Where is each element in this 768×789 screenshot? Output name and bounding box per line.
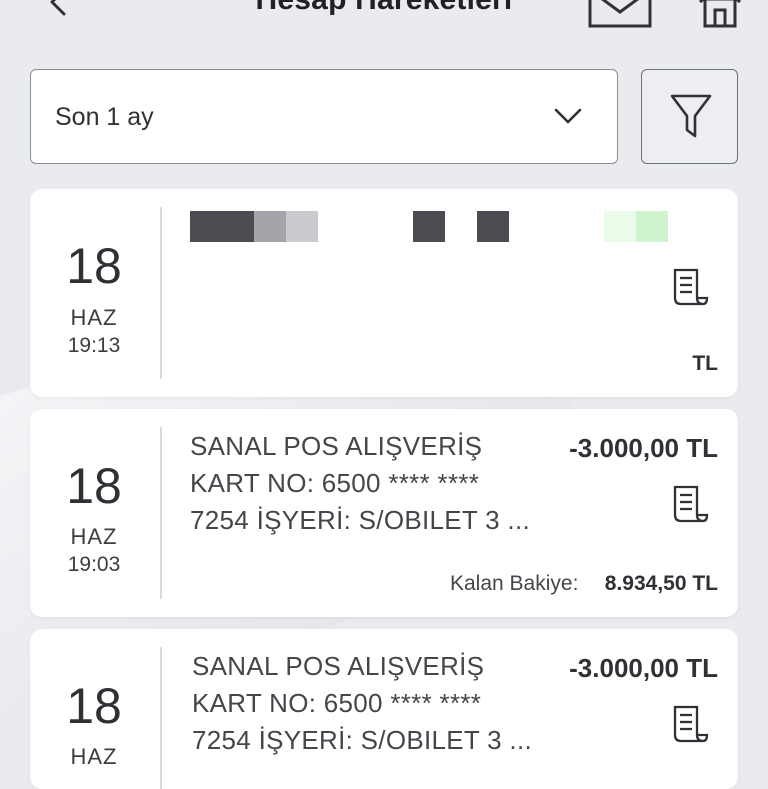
description-line: SANAL POS ALIŞVERİŞ	[192, 651, 485, 681]
description-line: SANAL POS ALIŞVERİŞ	[190, 431, 483, 461]
redacted-text	[190, 211, 254, 242]
card-divider	[160, 207, 162, 379]
redacted-text	[636, 211, 668, 242]
filter-icon	[670, 94, 712, 138]
transaction-time: 19:13	[67, 334, 121, 357]
transaction-amount-currency: TL	[692, 352, 718, 375]
transaction-description: SANAL POS ALIŞVERİŞ KART NO: 6500 **** *…	[192, 648, 532, 759]
transaction-time: 19:03	[67, 553, 121, 576]
transaction-amount: -3.000,00 TL	[569, 433, 718, 463]
description-line: KART NO: 6500 **** ****	[190, 468, 480, 498]
transaction-month: HAZ	[70, 744, 118, 769]
transaction-month: HAZ	[70, 524, 118, 549]
description-line: 7254 İŞYERİ: S/OBILET 3 ...	[192, 725, 533, 755]
transaction-month: HAZ	[70, 305, 118, 330]
app-header: Hesap Hareketleri	[0, 0, 768, 40]
redacted-text	[413, 211, 445, 242]
receipt-icon[interactable]	[670, 267, 710, 307]
transaction-amount: -3.000,00 TL	[569, 653, 718, 683]
page-title: Hesap Hareketleri	[0, 0, 768, 17]
transaction-card[interactable]: 18 HAZ 19:03 SANAL POS ALIŞVERİŞ KART NO…	[30, 409, 738, 617]
balance-value: 8.934,50 TL	[604, 572, 718, 595]
transaction-day: 18	[66, 238, 122, 294]
redacted-text	[477, 211, 509, 242]
description-line: 7254 İŞYERİ: S/OBILET 3 ...	[190, 505, 531, 535]
redacted-text	[254, 211, 286, 242]
receipt-icon[interactable]	[670, 484, 710, 524]
transaction-day: 18	[66, 678, 122, 734]
transaction-card[interactable]: 18 HAZ SANAL POS ALIŞVERİŞ KART NO: 6500…	[30, 629, 738, 789]
mail-icon[interactable]	[588, 0, 652, 28]
balance-label: Kalan Bakiye:	[450, 572, 579, 595]
home-icon[interactable]	[696, 0, 744, 28]
description-line: KART NO: 6500 **** ****	[192, 688, 482, 718]
transaction-description: SANAL POS ALIŞVERİŞ KART NO: 6500 **** *…	[190, 428, 530, 539]
period-select[interactable]: Son 1 ay	[30, 69, 618, 164]
card-divider	[160, 427, 162, 599]
redacted-text	[604, 211, 636, 242]
period-selected-value: Son 1 ay	[55, 103, 154, 131]
transaction-day: 18	[66, 458, 122, 514]
filter-button[interactable]	[641, 69, 738, 164]
transaction-card[interactable]: 18 HAZ 19:13 TL	[30, 189, 738, 397]
chevron-down-icon	[554, 108, 582, 124]
redacted-text	[286, 211, 318, 242]
receipt-icon[interactable]	[670, 704, 710, 744]
